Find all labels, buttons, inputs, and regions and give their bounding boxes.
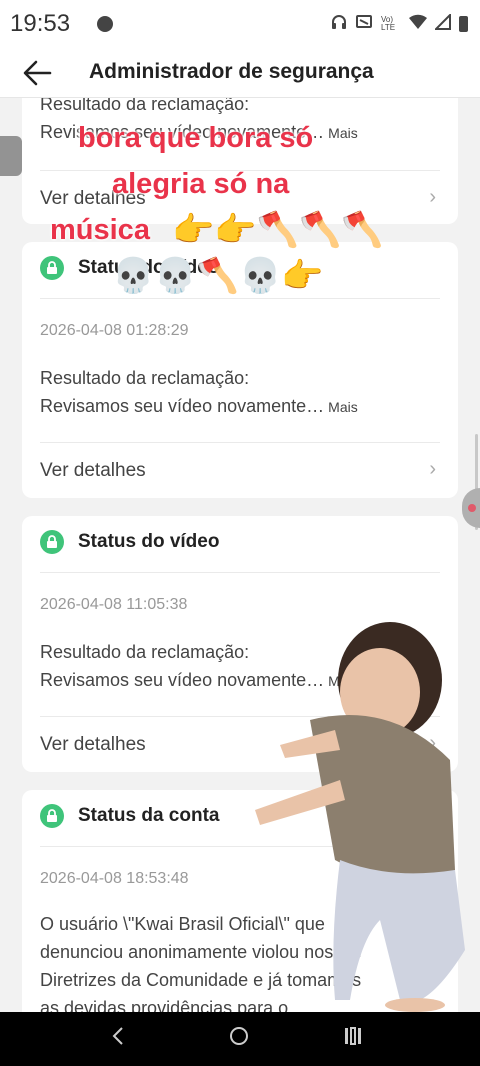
chevron-right-icon[interactable]: › [429,458,436,481]
view-details-link[interactable]: Ver detalhes [40,460,146,482]
lock-icon [40,530,64,554]
result-text: Revisamos seu vídeo novamente…Mais [40,396,358,416]
nav-back-icon[interactable] [110,1024,126,1054]
divider [40,572,440,573]
card-date: 2026-04-08 11:05:38 [40,596,188,613]
result-label: Resultado da reclamação: [40,368,250,388]
overlay-caption-line2: alegria só na [112,168,290,200]
card-title: Status da conta [78,805,220,826]
page-title: Administrador de segurança [89,60,374,83]
chevron-right-icon[interactable]: › [429,186,436,209]
result-label: Resultado da reclamação: [40,98,250,114]
view-details-link[interactable]: Ver detalhes [40,734,146,756]
headphones-icon [331,14,347,34]
status-icons: Vo) LTE [331,12,468,34]
overlay-caption-line1: bora que bora só [78,122,314,154]
back-arrow-icon[interactable] [20,56,54,90]
more-link[interactable]: Mais [328,125,358,141]
more-link[interactable]: Mais [328,399,358,415]
nav-home-icon[interactable] [228,1024,250,1054]
overlay-caption-line3: música [50,214,150,246]
volte-icon: Vo) LTE [381,15,396,32]
system-navigation-bar [0,1012,480,1066]
result-label: Resultado da reclamação: [40,642,250,662]
divider [40,442,440,443]
card-date: 2026-04-08 18:53:48 [40,870,189,887]
lock-icon [40,256,64,280]
card-title: Status do vídeo [78,531,220,552]
divider [40,298,440,299]
overlay-emoji-row1: 👉👉🪓🪓🪓 [172,211,384,249]
status-time: 19:53 [10,10,71,37]
status-card: Resultado da reclamação: Revisamos seu v… [22,98,458,224]
wifi-icon [409,14,427,34]
lock-icon [40,804,64,828]
side-panel-handle[interactable] [0,136,22,176]
overlay-emoji-row2: 💀💀🪓💀👉 [112,257,324,295]
notification-dot-icon [97,16,113,32]
card-date: 2026-04-08 01:28:29 [40,322,189,339]
battery-icon [459,16,468,32]
cast-icon [355,14,373,34]
status-bar: 19:53 Vo) LTE [0,0,480,48]
nav-recents-icon[interactable] [342,1024,364,1054]
signal-icon [433,12,451,34]
baby-sticker-image [255,622,465,1012]
card-header: Status do vídeo [40,528,219,556]
app-bar: Administrador de segurança [0,48,480,98]
card-header: Status da conta [40,802,219,830]
